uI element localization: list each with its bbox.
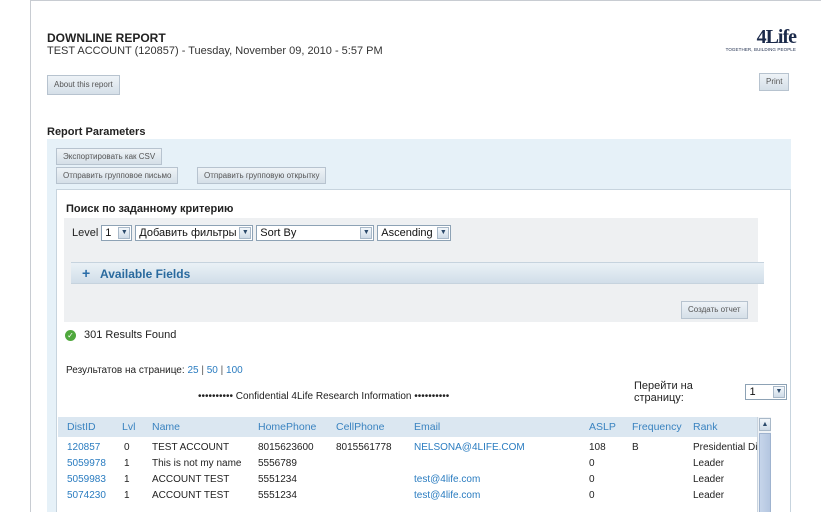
column-header-name[interactable]: Name bbox=[152, 421, 180, 433]
report-subtitle: TEST ACCOUNT (120857) - Tuesday, Novembe… bbox=[47, 45, 383, 57]
confidential-notice: •••••••••• Confidential 4Life Research I… bbox=[198, 391, 450, 402]
level-select[interactable]: 1 ▼ bbox=[101, 225, 133, 241]
cell-lvl: 1 bbox=[124, 474, 130, 485]
per-page-separator: | bbox=[220, 365, 224, 376]
cell-frequency: B bbox=[632, 442, 639, 453]
available-fields-toggle[interactable]: + Available Fields bbox=[71, 262, 764, 284]
distid-link[interactable]: 5074230 bbox=[67, 490, 106, 501]
report-parameters-heading: Report Parameters bbox=[47, 126, 146, 138]
goto-page: Перейти на страницу: 1 ▼ bbox=[634, 380, 790, 404]
table-row[interactable]: 5059978 1 This is not my name 5556789 0 … bbox=[58, 456, 757, 472]
downline-table: DistID Lvl Name HomePhone CellPhone Emai… bbox=[58, 417, 772, 512]
send-group-card-button[interactable]: Отправить групповую открытку bbox=[197, 167, 327, 184]
logo-tagline: TOGETHER, BUILDING PEOPLE bbox=[725, 47, 796, 52]
cell-homephone: 5551234 bbox=[258, 474, 297, 485]
email-link[interactable]: test@4life.com bbox=[414, 490, 480, 501]
about-report-button[interactable]: About this report bbox=[47, 75, 120, 95]
distid-link[interactable]: 5059978 bbox=[67, 458, 106, 469]
goto-page-label: Перейти на страницу: bbox=[634, 380, 693, 404]
cell-lvl: 1 bbox=[124, 490, 130, 501]
send-group-mail-button[interactable]: Отправить групповое письмо bbox=[56, 167, 179, 184]
brand-logo: 4Life TOGETHER, BUILDING PEOPLE bbox=[706, 26, 797, 61]
cell-homephone: 8015623600 bbox=[258, 442, 314, 453]
distid-link[interactable]: 5059983 bbox=[67, 474, 106, 485]
cell-rank: Leader bbox=[693, 490, 725, 501]
cell-homephone: 5556789 bbox=[258, 458, 297, 469]
level-label: Level bbox=[72, 227, 99, 239]
add-filters-value: Добавить фильтры bbox=[139, 227, 237, 239]
per-page-separator: | bbox=[201, 365, 204, 376]
cell-lvl: 1 bbox=[124, 458, 130, 469]
cell-rank: Leader bbox=[693, 458, 725, 469]
cell-rank: Leader bbox=[693, 474, 725, 485]
per-page-25-link[interactable]: 25 bbox=[187, 365, 198, 376]
per-page-50-link[interactable]: 50 bbox=[207, 365, 218, 376]
table-header: DistID Lvl Name HomePhone CellPhone Emai… bbox=[58, 417, 757, 437]
cell-aslp: 0 bbox=[589, 458, 595, 469]
filter-row: Level 1 ▼ Добавить фильтры ▼ Sort By ▼ A… bbox=[72, 224, 454, 242]
level-select-value: 1 bbox=[105, 227, 112, 239]
results-count: 301 Results Found bbox=[84, 329, 177, 341]
report-title: DOWNLINE REPORT bbox=[47, 31, 166, 45]
sort-order-select[interactable]: Ascending ▼ bbox=[377, 225, 452, 241]
check-circle-icon: ✓ bbox=[65, 329, 76, 341]
column-header-distid[interactable]: DistID bbox=[67, 421, 96, 433]
cell-aslp: 0 bbox=[589, 474, 595, 485]
cell-aslp: 108 bbox=[589, 442, 606, 453]
table-scrollbar[interactable]: ▲ bbox=[757, 417, 771, 512]
column-header-rank[interactable]: Rank bbox=[693, 421, 718, 433]
email-link[interactable]: test@4life.com bbox=[414, 474, 480, 485]
search-panel: Поиск по заданному критерию Level 1 ▼ До… bbox=[56, 189, 791, 512]
column-header-cellphone[interactable]: CellPhone bbox=[336, 421, 384, 433]
cell-homephone: 5551234 bbox=[258, 490, 297, 501]
sort-order-value: Ascending bbox=[381, 227, 433, 239]
cell-lvl: 0 bbox=[124, 442, 130, 453]
sort-by-value: Sort By bbox=[260, 227, 297, 239]
chevron-down-icon: ▼ bbox=[773, 386, 785, 398]
print-button[interactable]: Print bbox=[759, 73, 790, 91]
goto-page-value: 1 bbox=[749, 386, 756, 398]
chevron-up-icon[interactable]: ▲ bbox=[759, 418, 771, 431]
sort-by-select[interactable]: Sort By ▼ bbox=[256, 225, 375, 241]
chevron-down-icon: ▼ bbox=[360, 227, 373, 239]
email-link[interactable]: NELSONA@4LIFE.COM bbox=[414, 442, 525, 453]
column-header-email[interactable]: Email bbox=[414, 421, 440, 433]
column-header-lvl[interactable]: Lvl bbox=[122, 421, 135, 433]
report-parameters-panel: Экспортировать как CSV Отправить группов… bbox=[47, 139, 791, 512]
logo-mark: 4Life bbox=[756, 26, 797, 48]
plus-icon: + bbox=[82, 265, 91, 281]
chevron-down-icon: ▼ bbox=[118, 227, 131, 239]
available-fields-label: Available Fields bbox=[100, 267, 191, 281]
export-csv-button[interactable]: Экспортировать как CSV bbox=[56, 148, 163, 165]
table-row[interactable]: 5074230 1 ACCOUNT TEST 5551234 test@4lif… bbox=[58, 488, 757, 504]
table-row[interactable]: 120857 0 TEST ACCOUNT 8015623600 8015561… bbox=[58, 440, 757, 456]
cell-name: TEST ACCOUNT bbox=[152, 442, 230, 453]
per-page-label: Результатов на странице: bbox=[66, 365, 185, 376]
add-filters-select[interactable]: Добавить фильтры ▼ bbox=[135, 225, 254, 241]
chevron-down-icon: ▼ bbox=[239, 227, 252, 239]
column-header-frequency[interactable]: Frequency bbox=[632, 421, 682, 433]
report-window: DOWNLINE REPORT TEST ACCOUNT (120857) - … bbox=[30, 0, 821, 512]
cell-name: This is not my name bbox=[152, 458, 242, 469]
cell-aslp: 0 bbox=[589, 490, 595, 501]
chevron-down-icon: ▼ bbox=[437, 227, 450, 239]
search-criteria-heading: Поиск по заданному критерию bbox=[66, 203, 234, 215]
cell-name: ACCOUNT TEST bbox=[152, 490, 230, 501]
column-header-aslp[interactable]: ASLP bbox=[589, 421, 616, 433]
scrollbar-thumb[interactable] bbox=[759, 433, 771, 512]
results-per-page: Результатов на странице: 25 | 50 | 100 bbox=[66, 365, 243, 376]
results-summary: ✓ 301 Results Found bbox=[65, 329, 176, 341]
cell-rank: Presidential Diamond bbox=[693, 442, 757, 453]
cell-name: ACCOUNT TEST bbox=[152, 474, 230, 485]
per-page-100-link[interactable]: 100 bbox=[226, 365, 243, 376]
cell-cellphone: 8015561778 bbox=[336, 442, 392, 453]
filter-bar: Level 1 ▼ Добавить фильтры ▼ Sort By ▼ A… bbox=[64, 218, 764, 322]
goto-page-select[interactable]: 1 ▼ bbox=[745, 384, 787, 400]
create-report-button[interactable]: Создать отчет bbox=[681, 301, 748, 319]
column-header-homephone[interactable]: HomePhone bbox=[258, 421, 316, 433]
distid-link[interactable]: 120857 bbox=[67, 442, 100, 453]
table-row[interactable]: 5059983 1 ACCOUNT TEST 5551234 test@4lif… bbox=[58, 472, 757, 488]
